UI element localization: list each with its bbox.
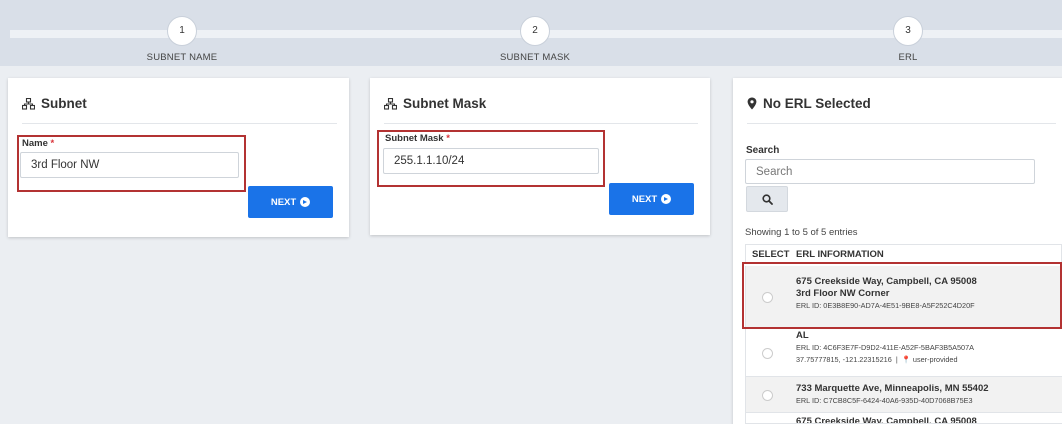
card-title-text: Subnet (41, 96, 87, 111)
select-radio[interactable] (762, 348, 773, 359)
search-label: Search (746, 145, 780, 156)
erl-address: 675 Creekside Way, Campbell, CA 95008 (796, 416, 977, 424)
highlight-box (742, 262, 1062, 329)
coordinates-text: 37.75777815, -121.22315216 (796, 355, 892, 364)
erl-address: 733 Marquette Ave, Minneapolis, MN 55402 (796, 383, 989, 394)
wizard-stepper: 1 SUBNET NAME 2 SUBNET MASK 3 ERL (0, 0, 1062, 66)
erl-info: AL ERL ID: 4C6F3E7F-D9D2-411E-A52F-5BAF3… (796, 330, 1058, 366)
step-subnet-mask[interactable]: 2 SUBNET MASK (435, 16, 635, 63)
divider (384, 123, 698, 124)
provided-text: user-provided (912, 355, 958, 364)
erl-info: 733 Marquette Ave, Minneapolis, MN 55402… (796, 383, 1058, 407)
select-radio[interactable] (762, 390, 773, 401)
separator: | (895, 355, 898, 364)
erl-info: 675 Creekside Way, Campbell, CA 95008 (796, 416, 1058, 424)
search-button[interactable] (746, 186, 788, 212)
erl-address: AL (796, 330, 809, 341)
entries-info: Showing 1 to 5 of 5 entries (745, 227, 858, 238)
next-label: NEXT (631, 193, 658, 205)
divider (747, 123, 1056, 124)
next-button[interactable]: NEXT (248, 186, 333, 218)
table-header: SELECT ERL INFORMATION (745, 244, 1062, 264)
search-input[interactable] (745, 159, 1035, 184)
step-erl[interactable]: 3 ERL (808, 16, 1008, 63)
step-number: 3 (893, 16, 923, 46)
arrow-right-icon (661, 194, 672, 204)
arrow-right-icon (300, 197, 311, 207)
erl-id: ERL ID: C7CB8C5F-6424-40A6-935D-40D7068B… (796, 396, 973, 405)
table-row[interactable]: 733 Marquette Ave, Minneapolis, MN 55402… (745, 377, 1062, 413)
table-row[interactable]: 675 Creekside Way, Campbell, CA 95008 (745, 413, 1062, 424)
step-label: ERL (898, 52, 918, 63)
next-button[interactable]: NEXT (609, 183, 694, 215)
table-row[interactable]: AL ERL ID: 4C6F3E7F-D9D2-411E-A52F-5BAF3… (745, 329, 1062, 377)
highlight-box (377, 130, 605, 187)
erl-id: ERL ID: 4C6F3E7F-D9D2-411E-A52F-5BAF3B5A… (796, 343, 975, 352)
step-subnet-name[interactable]: 1 SUBNET NAME (82, 16, 282, 63)
card-title: No ERL Selected (747, 96, 871, 111)
erl-coordinates: 37.75777815, -121.22315216 | 📍 user-prov… (796, 354, 1058, 366)
card-title-text: Subnet Mask (403, 96, 487, 111)
highlight-box (17, 135, 246, 192)
step-label: SUBNET MASK (499, 52, 571, 63)
card-title: Subnet (22, 96, 87, 111)
card-title: Subnet Mask (384, 96, 486, 111)
next-label: NEXT (270, 196, 297, 208)
step-number: 1 (167, 16, 197, 46)
divider (22, 123, 337, 124)
network-icon (384, 97, 397, 110)
network-icon (22, 97, 35, 110)
step-number: 2 (520, 16, 550, 46)
card-title-text: No ERL Selected (763, 96, 871, 111)
column-erl-information: ERL INFORMATION (796, 249, 884, 260)
step-label: SUBNET NAME (146, 52, 218, 63)
search-icon (761, 193, 773, 205)
column-select: SELECT (752, 249, 790, 260)
pin-icon: 📍 (901, 355, 911, 364)
map-marker-icon (747, 97, 757, 110)
